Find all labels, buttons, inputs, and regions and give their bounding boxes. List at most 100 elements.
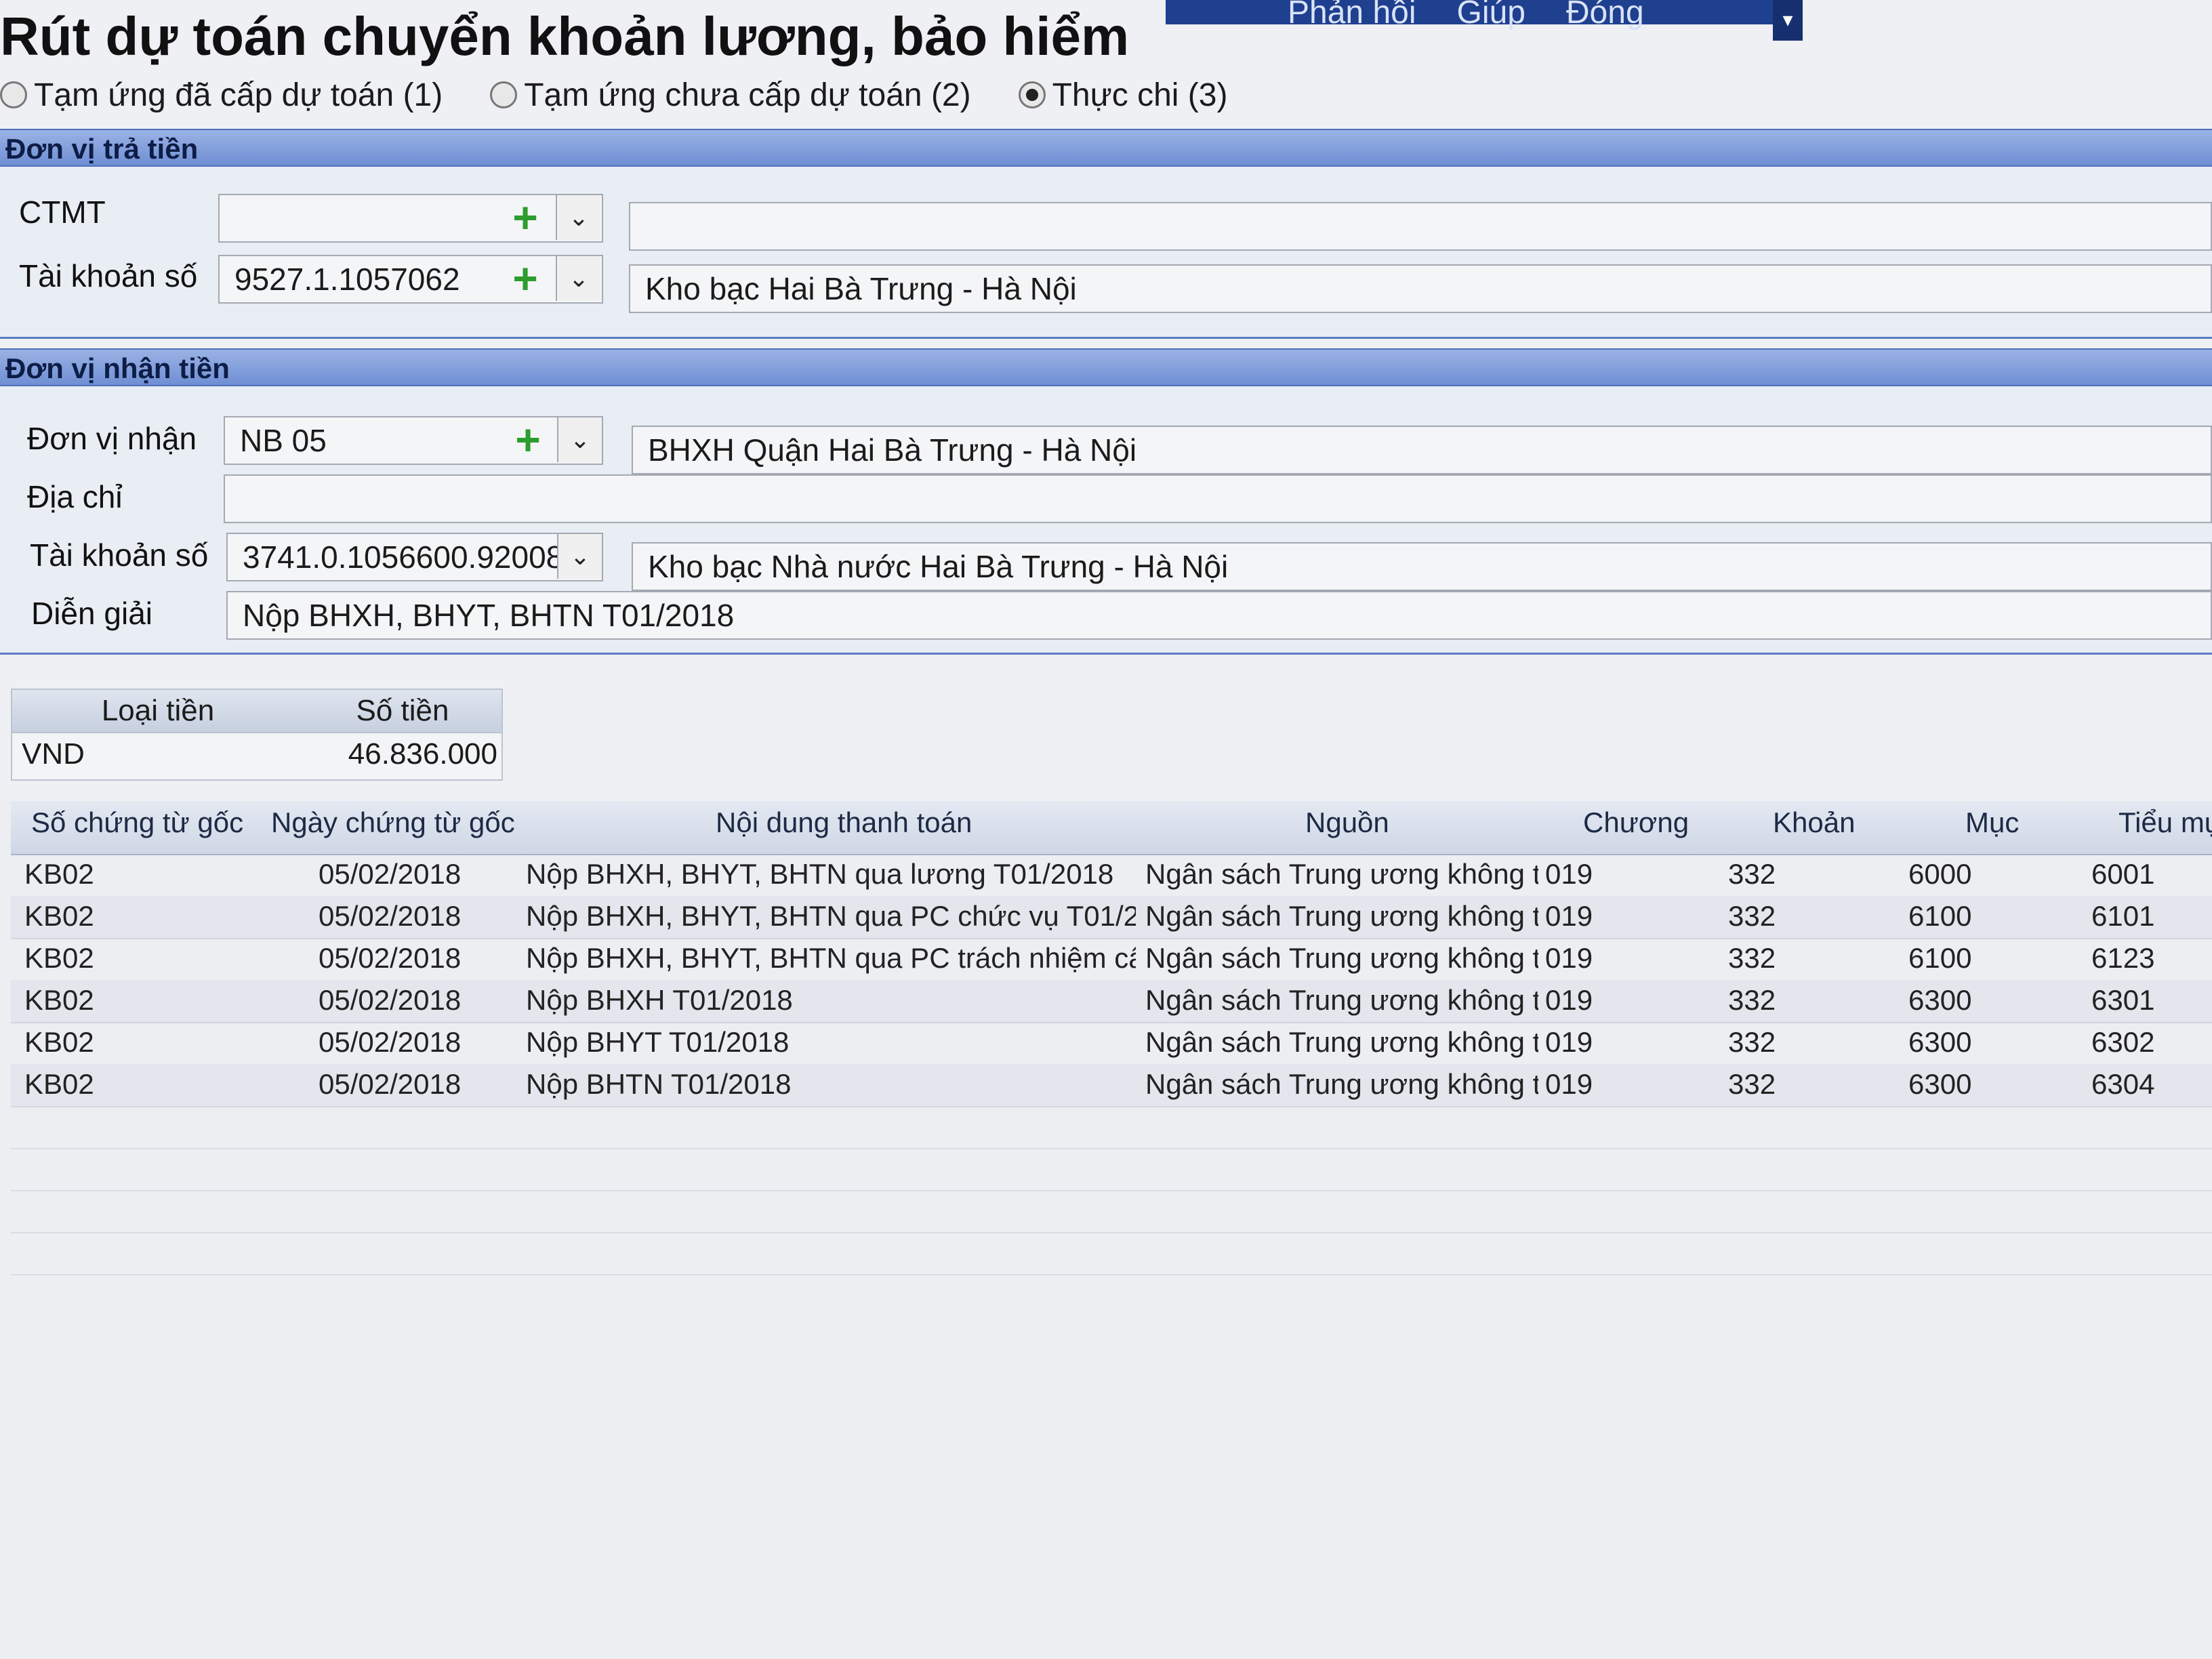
- chevron-down-icon[interactable]: ⌄: [556, 195, 600, 240]
- address-label: Địa chỉ: [27, 479, 123, 514]
- payee-panel: Đơn vị nhận NB 05 + ⌄ BHXH Quận Hai Bà T…: [0, 386, 2212, 655]
- cell-section: 332: [1728, 858, 1776, 890]
- grid-empty-line: [11, 1232, 2212, 1233]
- cell-subitem: 6304: [2091, 1068, 2155, 1100]
- table-row[interactable]: KB02 05/02/2018 Nộp BHXH, BHYT, BHTN qua…: [11, 896, 2212, 939]
- cell-chapter: 019: [1545, 900, 1593, 932]
- cell-subitem: 6123: [2091, 942, 2155, 974]
- grid-empty-line: [11, 1274, 2212, 1275]
- cell-source: Ngân sách Trung ương không tự...: [1145, 942, 1538, 974]
- currency-value: VND: [22, 737, 85, 771]
- radio-circle-icon[interactable]: [0, 81, 27, 108]
- col-doc-number[interactable]: Số chứng từ gốc: [31, 806, 243, 839]
- cell-chapter: 019: [1545, 1026, 1593, 1058]
- grid-empty-line: [11, 1148, 2212, 1149]
- cell-doc-number: KB02: [24, 1068, 94, 1100]
- table-row[interactable]: KB02 05/02/2018 Nộp BHTN T01/2018 Ngân s…: [11, 1064, 2212, 1107]
- cell-item: 6100: [1908, 942, 1972, 974]
- table-row[interactable]: KB02 05/02/2018 Nộp BHYT T01/2018 Ngân s…: [11, 1022, 2212, 1065]
- cell-doc-date: 05/02/2018: [319, 1026, 462, 1058]
- col-currency: Loại tiền: [101, 694, 215, 727]
- cell-subitem: 6001: [2091, 858, 2155, 890]
- col-payment-content[interactable]: Nội dung thanh toán: [716, 806, 972, 839]
- chevron-icon[interactable]: ▾: [1773, 0, 1803, 41]
- currency-amount-table: Loại tiền Số tiền VND 46.836.000: [11, 689, 503, 781]
- radio-label: Tạm ứng chưa cấp dự toán (2): [524, 77, 971, 113]
- cell-doc-date: 05/02/2018: [319, 984, 462, 1016]
- col-section[interactable]: Khoản: [1773, 806, 1855, 839]
- add-icon[interactable]: +: [506, 415, 550, 464]
- payer-section-header: Đơn vị trả tiền: [0, 129, 2212, 167]
- payee-account-label: Tài khoản số: [30, 537, 209, 573]
- cell-item: 6100: [1908, 900, 1972, 932]
- chevron-down-icon[interactable]: ⌄: [556, 256, 600, 301]
- cell-doc-number: KB02: [24, 942, 94, 974]
- payee-unit-label: Đơn vị nhận: [27, 421, 197, 456]
- menu-help[interactable]: Giúp: [1457, 0, 1525, 31]
- description-field[interactable]: Nộp BHXH, BHYT, BHTN T01/2018: [226, 591, 2212, 640]
- col-doc-date[interactable]: Ngày chứng từ gốc: [271, 806, 515, 839]
- add-icon[interactable]: +: [503, 193, 548, 242]
- table-row[interactable]: KB02 05/02/2018 Nộp BHXH T01/2018 Ngân s…: [11, 980, 2212, 1023]
- payment-type-group: Tạm ứng đã cấp dự toán (1) Tạm ứng chưa …: [0, 68, 1227, 122]
- top-menu-bar: Phản hồi Giúp Đóng ▾: [1166, 0, 1803, 41]
- menu-close[interactable]: Đóng: [1566, 0, 1644, 31]
- cell-doc-date: 05/02/2018: [319, 900, 462, 932]
- cell-subitem: 6302: [2091, 1026, 2155, 1058]
- radio-advance-allocated[interactable]: Tạm ứng đã cấp dự toán (1): [0, 77, 443, 114]
- add-icon[interactable]: +: [503, 254, 548, 303]
- col-chapter[interactable]: Chương: [1583, 806, 1689, 839]
- radio-label: Tạm ứng đã cấp dự toán (1): [34, 77, 443, 113]
- cell-chapter: 019: [1545, 984, 1593, 1016]
- table-row[interactable]: KB02 05/02/2018 Nộp BHXH, BHYT, BHTN qua…: [11, 938, 2212, 981]
- cell-payment-content: Nộp BHXH, BHYT, BHTN qua lương T01/2018: [526, 858, 1114, 890]
- payer-account-name-field[interactable]: Kho bạc Hai Bà Trưng - Hà Nội: [629, 264, 2212, 313]
- cell-source: Ngân sách Trung ương không tự...: [1145, 900, 1538, 932]
- cell-doc-date: 05/02/2018: [319, 858, 462, 890]
- cell-item: 6000: [1908, 858, 1972, 890]
- payer-panel: CTMT + ⌄ Tài khoản số 9527.1.1057062 + ⌄…: [0, 167, 2212, 339]
- cell-item: 6300: [1908, 1026, 1972, 1058]
- cell-doc-number: KB02: [24, 858, 94, 890]
- page-title: Rút dự toán chuyển khoản lương, bảo hiểm: [0, 6, 1130, 66]
- payee-account-field[interactable]: 3741.0.1056600.92008: [226, 533, 603, 581]
- cell-item: 6300: [1908, 984, 1972, 1016]
- table-row[interactable]: KB02 05/02/2018 Nộp BHXH, BHYT, BHTN qua…: [11, 854, 2212, 897]
- payee-section-header: Đơn vị nhận tiền: [0, 348, 2212, 386]
- payment-detail-grid: Số chứng từ gốc Ngày chứng từ gốc Nội du…: [0, 801, 2212, 1659]
- cell-payment-content: Nộp BHXH T01/2018: [526, 984, 793, 1016]
- radio-label: Thực chi (3): [1052, 77, 1228, 113]
- chevron-down-icon[interactable]: ⌄: [557, 534, 602, 579]
- cell-section: 332: [1728, 984, 1776, 1016]
- col-amount: Số tiền: [356, 694, 449, 727]
- cell-doc-date: 05/02/2018: [319, 942, 462, 974]
- cell-chapter: 019: [1545, 1068, 1593, 1100]
- chevron-down-icon[interactable]: ⌄: [557, 417, 602, 462]
- payer-account-label: Tài khoản số: [19, 258, 198, 293]
- payee-account-name-field[interactable]: Kho bạc Nhà nước Hai Bà Trưng - Hà Nội: [632, 542, 2212, 591]
- radio-circle-icon[interactable]: [1018, 81, 1046, 108]
- ctmt-label: CTMT: [19, 194, 106, 230]
- cell-item: 6300: [1908, 1068, 1972, 1100]
- radio-circle-icon[interactable]: [490, 81, 518, 108]
- menu-feedback[interactable]: Phản hồi: [1288, 0, 1416, 31]
- col-item[interactable]: Mục: [1965, 806, 2019, 839]
- cell-payment-content: Nộp BHXH, BHYT, BHTN qua PC trách nhiệm …: [526, 942, 1136, 974]
- cell-doc-number: KB02: [24, 984, 94, 1016]
- cell-chapter: 019: [1545, 942, 1593, 974]
- payee-unit-name-field[interactable]: BHXH Quận Hai Bà Trưng - Hà Nội: [632, 426, 2212, 474]
- cell-doc-number: KB02: [24, 900, 94, 932]
- cell-payment-content: Nộp BHXH, BHYT, BHTN qua PC chức vụ T01/…: [526, 900, 1136, 932]
- cell-section: 332: [1728, 942, 1776, 974]
- cell-payment-content: Nộp BHYT T01/2018: [526, 1026, 790, 1058]
- currency-row[interactable]: VND 46.836.000: [12, 733, 501, 779]
- grid-header: Số chứng từ gốc Ngày chứng từ gốc Nội du…: [11, 801, 2212, 855]
- ctmt-name-field[interactable]: [629, 202, 2212, 251]
- cell-source: Ngân sách Trung ương không tự...: [1145, 984, 1538, 1016]
- amount-value: 46.836.000: [348, 737, 497, 771]
- address-field[interactable]: [224, 474, 2212, 523]
- col-source[interactable]: Nguồn: [1305, 806, 1389, 839]
- col-subitem[interactable]: Tiểu mụ: [2118, 806, 2212, 839]
- radio-advance-unallocated[interactable]: Tạm ứng chưa cấp dự toán (2): [490, 77, 971, 114]
- radio-actual-spend[interactable]: Thực chi (3): [1018, 77, 1228, 114]
